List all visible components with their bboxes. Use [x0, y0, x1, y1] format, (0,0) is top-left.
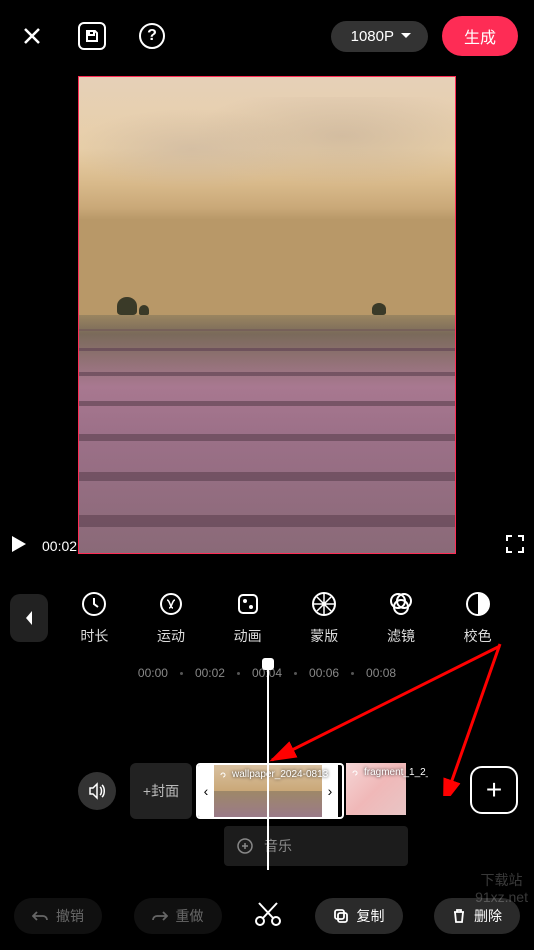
copy-icon — [333, 908, 349, 924]
tool-animation-label: 动画 — [234, 626, 262, 646]
bottom-bar: 撤销 重做 复制 删除 — [0, 882, 534, 950]
redo-icon — [152, 910, 168, 922]
help-button[interactable]: ? — [136, 20, 168, 52]
ruler-tick: 00:02 — [189, 666, 231, 680]
color-icon — [464, 590, 492, 618]
play-icon — [8, 534, 28, 554]
mute-button[interactable] — [78, 772, 116, 810]
preview-frame[interactable] — [78, 76, 456, 554]
delete-label: 删除 — [474, 906, 502, 926]
tool-animation[interactable]: 动画 — [214, 590, 282, 646]
header-right: 1080P 生成 — [331, 16, 518, 56]
header-bar: ? 1080P 生成 — [0, 0, 534, 72]
play-bar: 00:02 — [0, 526, 534, 566]
clip-1-label: wallpaper_2024-0813 — [218, 769, 328, 780]
animation-icon — [234, 590, 262, 618]
motion-icon — [157, 590, 185, 618]
clip-handle-left[interactable]: ‹ — [198, 765, 214, 817]
undo-icon — [32, 910, 48, 922]
edit-toolbar: 时长 运动 动画 蒙版 滤镜 校色 — [0, 584, 534, 652]
generate-label: 生成 — [464, 30, 496, 47]
duration-icon — [80, 590, 108, 618]
save-icon — [78, 22, 106, 50]
mask-icon — [310, 590, 338, 618]
tool-mask-label: 蒙版 — [310, 626, 338, 646]
clip-2-label: fragment_1_2_17229 — [350, 767, 428, 778]
trash-icon — [452, 908, 466, 924]
tool-color-label: 校色 — [464, 626, 492, 646]
speaker-icon — [87, 781, 107, 801]
timeline-area[interactable]: +封面 ‹ › wallpaper_2024-0813 fragment_1_2… — [0, 684, 534, 870]
generate-button[interactable]: 生成 — [442, 16, 518, 56]
clip-2[interactable]: fragment_1_2_17229 — [346, 763, 428, 819]
copy-label: 复制 — [357, 906, 385, 926]
clip-1[interactable]: ‹ › wallpaper_2024-0813 — [196, 763, 344, 819]
preview-image-field — [79, 315, 455, 553]
add-music-button[interactable]: 音乐 — [224, 826, 408, 866]
expand-icon — [504, 533, 526, 555]
add-cover-button[interactable]: +封面 — [130, 763, 192, 819]
current-time: 00:02 — [42, 538, 77, 554]
add-cover-label: +封面 — [143, 781, 179, 801]
link-icon — [218, 770, 228, 780]
copy-button[interactable]: 复制 — [315, 898, 403, 934]
ruler-tick: 00:00 — [132, 666, 174, 680]
link-icon — [350, 768, 360, 778]
redo-label: 重做 — [176, 906, 204, 926]
tool-duration-label: 时长 — [80, 626, 108, 646]
scissors-icon — [253, 899, 283, 929]
preview-image-sky — [79, 77, 455, 315]
tool-motion[interactable]: 运动 — [137, 590, 205, 646]
save-button[interactable] — [76, 20, 108, 52]
help-icon: ? — [139, 23, 165, 49]
fullscreen-button[interactable] — [504, 533, 526, 560]
undo-label: 撤销 — [56, 906, 84, 926]
toolbar-back-button[interactable] — [10, 594, 48, 642]
playhead[interactable] — [267, 662, 269, 870]
resolution-dropdown[interactable]: 1080P — [331, 21, 428, 52]
filter-icon — [387, 590, 415, 618]
chevron-left-icon — [24, 610, 34, 626]
close-icon — [20, 24, 44, 48]
add-clip-button[interactable]: + — [470, 766, 518, 814]
preview-area: 00:02 — [0, 72, 534, 560]
undo-button[interactable]: 撤销 — [14, 898, 102, 934]
chevron-down-icon — [400, 32, 412, 40]
play-button[interactable] — [8, 534, 28, 559]
toolbar-tools: 时长 运动 动画 蒙版 滤镜 校色 — [56, 590, 516, 646]
close-button[interactable] — [16, 20, 48, 52]
plus-icon: + — [486, 774, 502, 806]
tool-duration[interactable]: 时长 — [60, 590, 128, 646]
tool-mask[interactable]: 蒙版 — [290, 590, 358, 646]
resolution-label: 1080P — [351, 28, 394, 45]
watermark: 下载站 91xz.net — [475, 872, 528, 906]
ruler-tick: 00:06 — [303, 666, 345, 680]
redo-button[interactable]: 重做 — [134, 898, 222, 934]
cut-button[interactable] — [253, 899, 283, 934]
tool-filter-label: 滤镜 — [387, 626, 415, 646]
header-left: ? — [16, 20, 168, 52]
tool-color[interactable]: 校色 — [444, 590, 512, 646]
tool-motion-label: 运动 — [157, 626, 185, 646]
tool-filter[interactable]: 滤镜 — [367, 590, 435, 646]
clips-track: ‹ › wallpaper_2024-0813 fragment_1_2_172… — [196, 763, 428, 819]
ruler-tick: 00:08 — [360, 666, 402, 680]
music-add-icon — [236, 837, 254, 855]
